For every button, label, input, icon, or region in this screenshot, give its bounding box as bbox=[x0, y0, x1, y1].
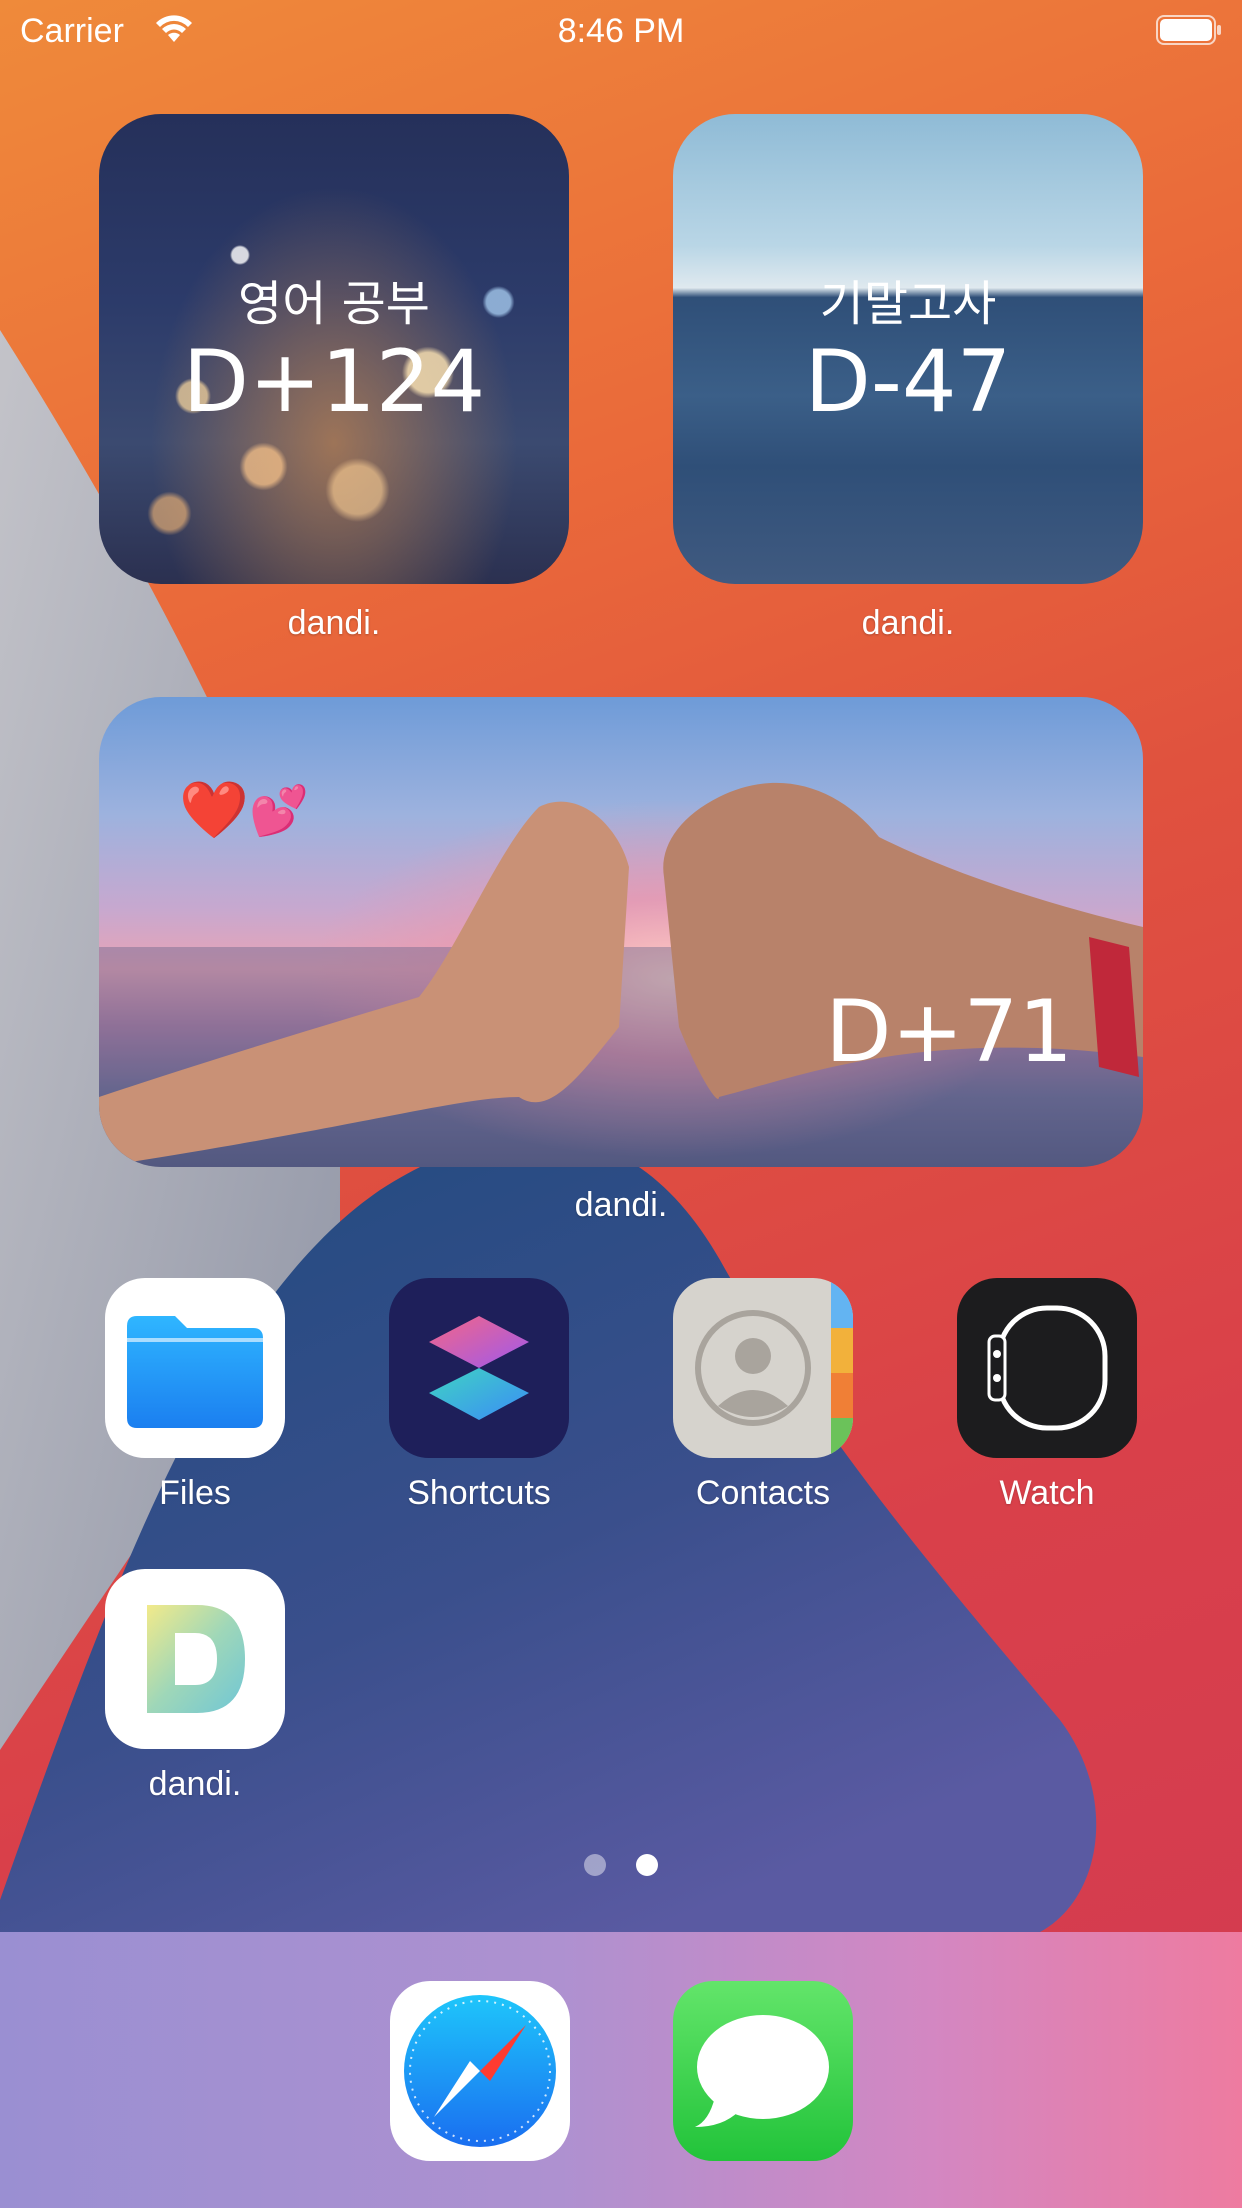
dock bbox=[0, 1932, 1242, 2208]
page-dot-1[interactable] bbox=[584, 1854, 606, 1876]
page-indicator[interactable] bbox=[0, 1854, 1242, 1878]
dday-widget-english[interactable]: 영어 공부 D+124 bbox=[99, 114, 569, 584]
shortcuts-app-icon[interactable] bbox=[389, 1278, 569, 1458]
app-label: Contacts bbox=[695, 1474, 831, 1512]
dandi-app-icon[interactable] bbox=[105, 1569, 285, 1749]
two-hearts-emoji: 💕 bbox=[249, 783, 309, 839]
status-time: 8:46 PM bbox=[557, 12, 685, 50]
widget-title: 기말고사 bbox=[819, 276, 997, 332]
messages-app-icon[interactable] bbox=[673, 1981, 853, 2161]
app-label: Files bbox=[159, 1474, 231, 1512]
watch-icon bbox=[987, 1305, 1108, 1431]
widget-dday-count: D+124 bbox=[182, 332, 486, 432]
safari-app-icon[interactable] bbox=[390, 1981, 570, 2161]
widget-title: 영어 공부 bbox=[238, 276, 430, 332]
widget-label: dandi. bbox=[574, 1186, 668, 1224]
files-app-icon[interactable] bbox=[105, 1278, 285, 1458]
widget-dday-count: D-47 bbox=[804, 332, 1012, 432]
shortcuts-icon bbox=[429, 1316, 529, 1420]
files-icon bbox=[127, 1316, 263, 1428]
safari-icon bbox=[404, 1995, 556, 2147]
widget-label: dandi. bbox=[861, 604, 955, 642]
app-label: dandi. bbox=[148, 1765, 242, 1803]
watch-app-icon[interactable] bbox=[957, 1278, 1137, 1458]
app-label: Watch bbox=[999, 1474, 1095, 1512]
widget-label: dandi. bbox=[287, 604, 381, 642]
page-dot-2-active[interactable] bbox=[636, 1854, 658, 1876]
heart-emoji: ❤️ bbox=[179, 778, 249, 843]
dday-widget-couple[interactable]: ❤️ 💕 D+71 bbox=[99, 697, 1143, 1167]
dday-widget-final-exam[interactable]: 기말고사 D-47 bbox=[673, 114, 1143, 584]
dandi-icon bbox=[147, 1605, 245, 1713]
messages-icon bbox=[695, 2015, 829, 2127]
contacts-icon bbox=[695, 1278, 853, 1458]
widget-dday-count: D+71 bbox=[825, 982, 1073, 1082]
contacts-app-icon[interactable] bbox=[673, 1278, 853, 1458]
battery-icon bbox=[1156, 15, 1221, 45]
heart-hands-image bbox=[99, 782, 1143, 1167]
status-bar: Carrier 8:46 PM bbox=[0, 0, 1242, 62]
app-label: Shortcuts bbox=[407, 1474, 551, 1512]
